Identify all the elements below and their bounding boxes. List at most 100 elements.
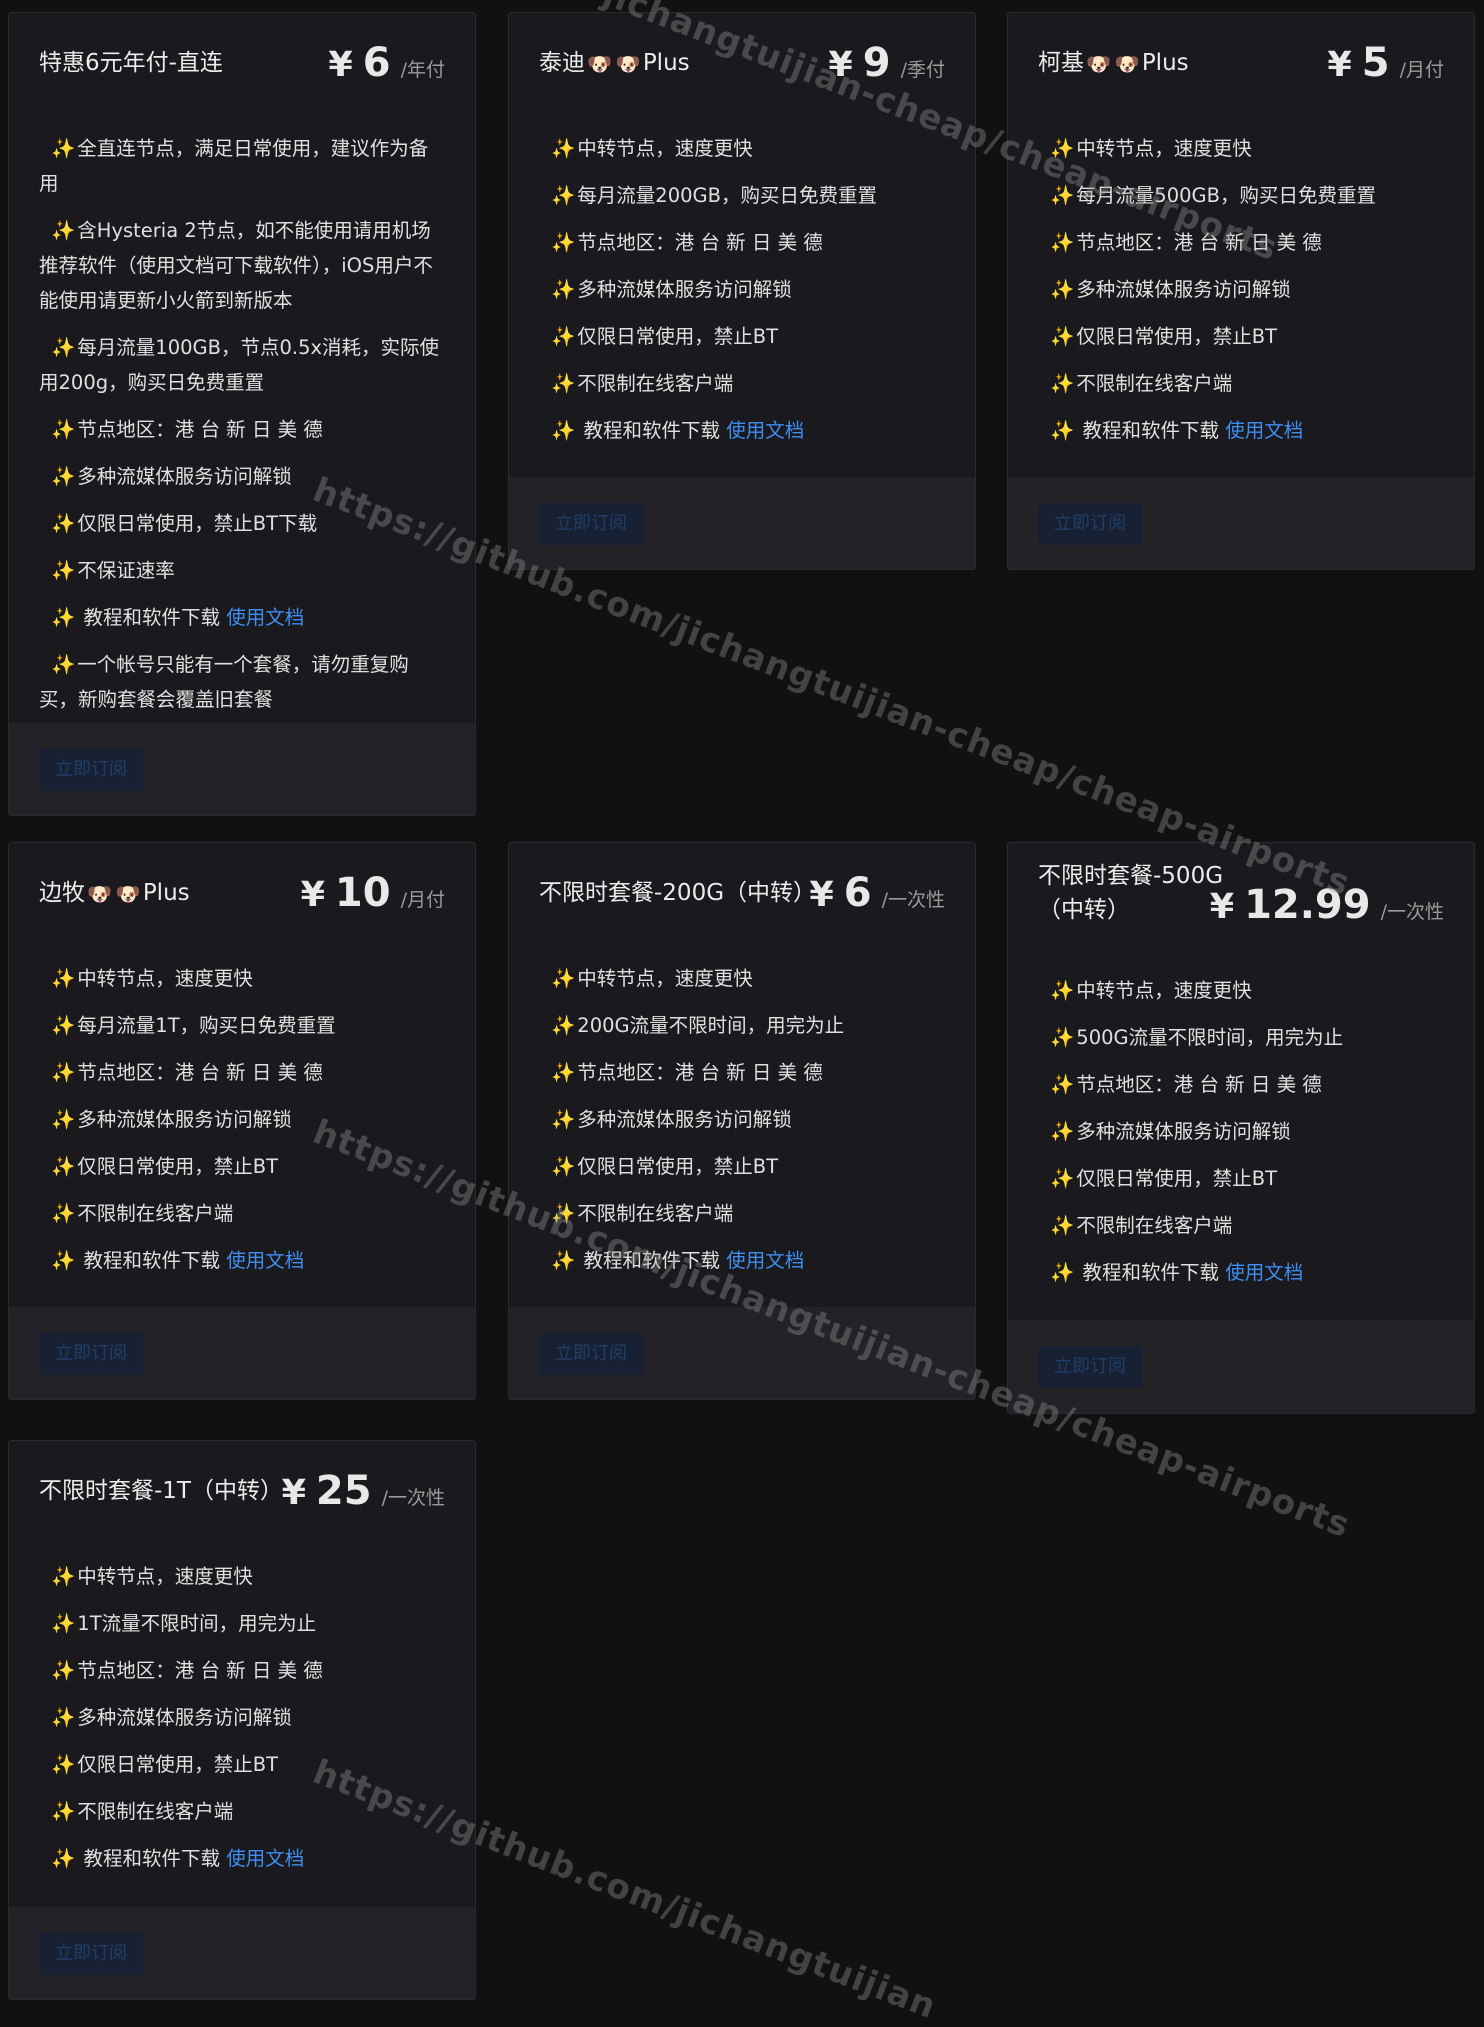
feature-item: ✨ 节点地区：港 台 新 日 美 德 <box>539 1055 947 1090</box>
feature-item: ✨ 节点地区：港 台 新 日 美 德 <box>539 225 947 260</box>
sparkle-icon: ✨ <box>51 1612 76 1635</box>
sparkle-icon: ✨ <box>551 372 576 395</box>
docs-link[interactable]: 使用文档 <box>1225 1261 1303 1284</box>
price-value: 5 <box>1361 40 1390 86</box>
price-value: 10 <box>334 870 391 916</box>
docs-link[interactable]: 使用文档 <box>226 1847 304 1870</box>
plan-header: 泰迪 🐶 🐶Plus ¥9/季付 <box>539 13 945 123</box>
feature-text: 教程和软件下载 <box>1076 1261 1226 1284</box>
price-period: /季付 <box>900 59 945 81</box>
plan-footer: 立即订阅 <box>1008 1320 1474 1413</box>
subscribe-button[interactable]: 立即订阅 <box>39 1333 143 1375</box>
feature-text: 节点地区：港 台 新 日 美 德 <box>1076 1073 1322 1096</box>
dog-icon: 🐶 <box>115 882 141 906</box>
subscribe-button[interactable]: 立即订阅 <box>539 503 643 545</box>
price-period: /月付 <box>1399 59 1444 81</box>
plan-price: ¥5/月付 <box>1327 41 1444 93</box>
sparkle-icon: ✨ <box>51 1155 76 1178</box>
feature-text: 仅限日常使用，禁止BT <box>577 325 779 348</box>
plan-title-text: 泰迪 <box>539 50 585 76</box>
subscribe-button[interactable]: 立即订阅 <box>539 1333 643 1375</box>
sparkle-icon: ✨ <box>51 1753 76 1776</box>
feature-text: 含Hysteria 2节点，如不能使用请用机场推荐软件（使用文档可下载软件），i… <box>39 219 433 312</box>
currency-symbol: ¥ <box>809 875 834 915</box>
feature-item: ✨ 一个帐号只能有一个套餐，请勿重复购买，新购套餐会覆盖旧套餐 <box>39 647 447 717</box>
sparkle-icon: ✨ <box>51 219 76 242</box>
feature-item: ✨ 仅限日常使用，禁止BT <box>539 319 947 354</box>
feature-item: ✨ 教程和软件下载 使用文档 <box>39 1243 447 1278</box>
plan-title: 边牧 🐶 🐶Plus <box>39 876 190 911</box>
feature-text: 中转节点，速度更快 <box>77 1565 253 1588</box>
feature-text: 一个帐号只能有一个套餐，请勿重复购买，新购套餐会覆盖旧套餐 <box>39 653 409 711</box>
feature-item: ✨ 多种流媒体服务访问解锁 <box>1038 1114 1446 1149</box>
sparkle-icon: ✨ <box>51 1847 76 1870</box>
price-period: /一次性 <box>381 1487 445 1509</box>
feature-text: 中转节点，速度更快 <box>1076 979 1252 1002</box>
feature-item: ✨ 中转节点，速度更快 <box>1038 973 1446 1008</box>
docs-link[interactable]: 使用文档 <box>226 1249 304 1272</box>
feature-list: ✨ 中转节点，速度更快 ✨ 每月流量200GB，购买日免费重置 ✨ 节点地区：港 台 … <box>539 131 947 460</box>
subscribe-button[interactable]: 立即订阅 <box>39 1933 143 1975</box>
feature-text: 中转节点，速度更快 <box>1076 137 1252 160</box>
plan-title-suffix: Plus <box>1141 50 1189 76</box>
feature-text: 500G流量不限时间，用完为止 <box>1076 1026 1344 1049</box>
sparkle-icon: ✨ <box>1050 278 1075 301</box>
feature-text: 1T流量不限时间，用完为止 <box>77 1612 317 1635</box>
feature-item: ✨ 仅限日常使用，禁止BT <box>1038 1161 1446 1196</box>
plan-card: 泰迪 🐶 🐶Plus ¥9/季付 ✨ 中转节点，速度更快 ✨ 每月流量200GB，购买日… <box>508 12 976 570</box>
plan-footer: 立即订阅 <box>9 723 475 815</box>
feature-item: ✨ 仅限日常使用，禁止BT <box>39 1149 447 1184</box>
plan-title-text: 柯基 <box>1038 50 1084 76</box>
feature-item: ✨ 教程和软件下载 使用文档 <box>1038 1255 1446 1290</box>
plan-card: 柯基 🐶 🐶Plus ¥5/月付 ✨ 中转节点，速度更快 ✨ 每月流量500GB，购买日… <box>1007 12 1475 570</box>
currency-symbol: ¥ <box>828 45 853 85</box>
feature-text: 多种流媒体服务访问解锁 <box>577 1108 792 1131</box>
sparkle-icon: ✨ <box>51 1706 76 1729</box>
currency-symbol: ¥ <box>1209 887 1235 927</box>
plan-footer: 立即订阅 <box>1008 477 1474 569</box>
dog-icon: 🐶 <box>1114 52 1140 76</box>
plan-card: 特惠6元年付-直连 ¥6/年付 ✨ 全直连节点，满足日常使用，建议作为备用 ✨ 含H… <box>8 12 476 816</box>
plan-price: ¥6/一次性 <box>809 871 945 923</box>
sparkle-icon: ✨ <box>1050 184 1075 207</box>
feature-item: ✨ 中转节点，速度更快 <box>39 961 447 996</box>
sparkle-icon: ✨ <box>551 1061 576 1084</box>
price-period: /一次性 <box>1380 901 1444 923</box>
feature-item: ✨ 节点地区：港 台 新 日 美 德 <box>39 1055 447 1090</box>
docs-link[interactable]: 使用文档 <box>726 419 804 442</box>
plan-title: 特惠6元年付-直连 <box>39 50 223 76</box>
dog-icon: 🐶 <box>615 52 641 76</box>
plan-card: 边牧 🐶 🐶Plus ¥10/月付 ✨ 中转节点，速度更快 ✨ 每月流量1T，购买日免费… <box>8 842 476 1400</box>
feature-item: ✨ 节点地区：港 台 新 日 美 德 <box>39 412 447 447</box>
plan-price: ¥9/季付 <box>828 41 945 93</box>
subscribe-button[interactable]: 立即订阅 <box>1038 1346 1142 1388</box>
subscribe-button[interactable]: 立即订阅 <box>39 749 143 791</box>
sparkle-icon: ✨ <box>551 325 576 348</box>
feature-item: ✨ 中转节点，速度更快 <box>1038 131 1446 166</box>
feature-list: ✨ 中转节点，速度更快 ✨ 每月流量1T，购买日免费重置 ✨ 节点地区：港 台 新 日… <box>39 961 447 1290</box>
sparkle-icon: ✨ <box>551 1014 576 1037</box>
sparkle-icon: ✨ <box>51 1249 76 1272</box>
currency-symbol: ¥ <box>300 875 325 915</box>
feature-item: ✨ 全直连节点，满足日常使用，建议作为备用 <box>39 131 447 201</box>
price-value: 25 <box>315 1468 372 1514</box>
feature-list: ✨ 中转节点，速度更快 ✨ 1T流量不限时间，用完为止 ✨ 节点地区：港 台 新 日 … <box>39 1559 447 1888</box>
sparkle-icon: ✨ <box>551 231 576 254</box>
price-value: 6 <box>362 40 391 86</box>
plan-card: 不限时套餐-200G（中转） ¥6/一次性 ✨ 中转节点，速度更快 ✨ 200G流量… <box>508 842 976 1400</box>
subscribe-button[interactable]: 立即订阅 <box>1038 503 1142 545</box>
sparkle-icon: ✨ <box>51 1108 76 1131</box>
feature-item: ✨ 含Hysteria 2节点，如不能使用请用机场推荐软件（使用文档可下载软件），… <box>39 213 447 318</box>
plan-header: 柯基 🐶 🐶Plus ¥5/月付 <box>1038 13 1444 123</box>
plan-header: 边牧 🐶 🐶Plus ¥10/月付 <box>39 843 445 953</box>
docs-link[interactable]: 使用文档 <box>1225 419 1303 442</box>
feature-text: 教程和软件下载 <box>577 1249 727 1272</box>
feature-item: ✨ 不限制在线客户端 <box>539 366 947 401</box>
docs-link[interactable]: 使用文档 <box>726 1249 804 1272</box>
docs-link[interactable]: 使用文档 <box>226 606 304 629</box>
sparkle-icon: ✨ <box>1050 419 1075 442</box>
feature-item: ✨ 每月流量1T，购买日免费重置 <box>39 1008 447 1043</box>
feature-text: 每月流量500GB，购买日免费重置 <box>1076 184 1376 207</box>
feature-item: ✨ 多种流媒体服务访问解锁 <box>539 272 947 307</box>
feature-text: 仅限日常使用，禁止BT <box>1076 325 1278 348</box>
